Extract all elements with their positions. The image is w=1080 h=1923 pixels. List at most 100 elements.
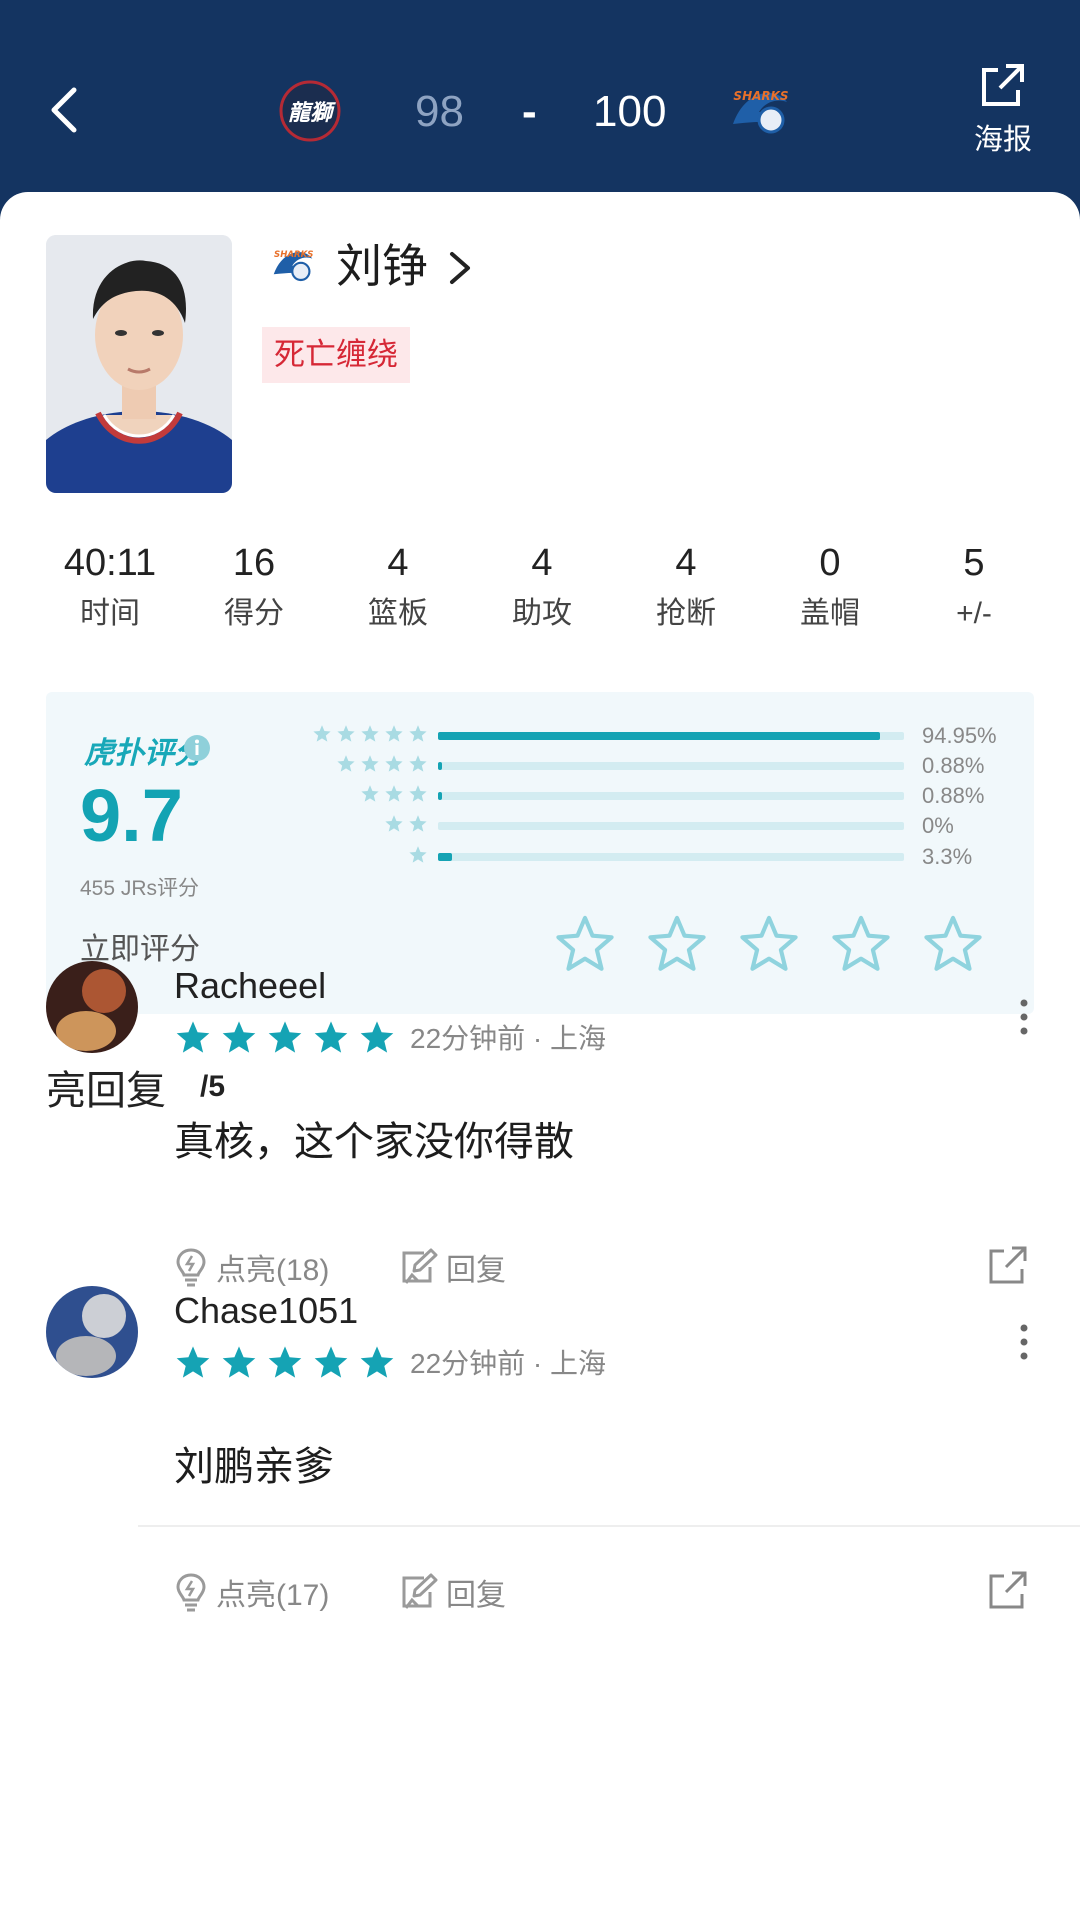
dist-stars [408,845,428,865]
content-card: SHARKS 刘铮 死亡缠绕 40:11 时间 16 得分 4 篮板 4 助攻 4 抢断 0 盖帽 5 +… [0,192,1080,1923]
rating-dist-row: 94.95% [46,722,1034,752]
rating-dist-row: 3.3% [46,843,1034,873]
reply-item: Chase1051 22分钟前 · 上海刘鹏亲爹点亮(17) 回复 [0,1286,1080,1686]
chevron-right-icon[interactable] [446,248,474,288]
rating-bar-track [438,822,904,830]
star-icon [222,1021,256,1053]
home-team-logo-icon[interactable]: 龍獅 [275,80,345,142]
stat-label: 盖帽 [800,597,860,630]
stat-value: 4 [531,542,553,584]
home-score: 98 [415,87,464,136]
reply-divider [138,1525,1080,1527]
edit-reply-icon [402,1573,438,1609]
rating-bar-track [438,732,904,740]
more-options-icon[interactable] [1016,1322,1032,1362]
rating-bar-track [438,792,904,800]
away-team-logo-icon[interactable]: SHARKS [725,80,795,142]
star-icon [361,785,379,802]
back-arrow-icon[interactable] [40,80,90,140]
rating-dist-row: 0.88% [46,782,1034,812]
svg-text:龍獅: 龍獅 [288,100,336,126]
more-options-icon[interactable] [1016,997,1032,1037]
lightbulb-icon [176,1573,206,1612]
rating-bar-track [438,853,904,861]
player-name[interactable]: 刘铮 [336,238,428,294]
star-icon [314,1346,348,1378]
lightbulb-icon [176,1248,206,1287]
username[interactable]: Racheeel [174,965,326,1007]
star-icon [361,725,379,742]
star-icon [360,1021,394,1053]
share-icon[interactable] [988,1245,1028,1285]
star-icon [409,785,427,802]
username[interactable]: Chase1051 [174,1290,358,1332]
share-icon[interactable] [988,1570,1028,1610]
star-icon [409,815,427,832]
like-button[interactable]: 点亮(18) [174,1245,329,1289]
rating-percent: 0.88% [922,783,985,808]
dist-stars [312,724,428,744]
star-icon [361,755,379,772]
stat-value: 4 [675,542,697,584]
rating-percent: 94.95% [922,723,997,748]
reply-button[interactable]: 回复 [398,1570,506,1614]
star-icon [268,1346,302,1378]
star-icon [409,846,427,863]
rating-dist-row: 0.88% [46,752,1034,782]
reply-content: 刘鹏亲爹 [174,1445,334,1489]
rating-bar-fill [438,732,881,740]
rating-count: 455 JRs评分 [80,877,200,900]
svg-text:SHARKS: SHARKS [274,250,313,260]
stat-label: 篮板 [368,597,428,630]
stat-item: 5 +/- [902,538,1046,648]
share-poster-icon [982,64,1024,106]
rating-percent: 3.3% [922,844,973,869]
star-icon [176,1021,210,1053]
reply-button[interactable]: 回复 [398,1245,506,1289]
star-icon [176,1346,210,1378]
player-team-logo-icon: SHARKS [273,250,313,282]
star-icon [337,725,355,742]
reply-meta: 22分钟前 · 上海 [410,1348,607,1379]
stat-item: 4 抢断 [614,538,758,648]
rating-dist-row: 0% [46,812,1034,842]
dist-stars [336,754,428,774]
star-icon [337,755,355,772]
stat-label: +/- [956,597,992,630]
star-icon [313,725,331,742]
poster-button[interactable]: 海报 [968,62,1038,162]
player-tag-badge[interactable]: 死亡缠绕 [262,327,410,383]
star-icon [385,785,403,802]
rating-bar-fill [438,792,443,800]
stat-value: 40:11 [63,542,157,584]
stat-label: 抢断 [656,597,716,630]
svg-text:SHARKS: SHARKS [733,89,788,103]
star-icon [385,725,403,742]
star-icon [409,725,427,742]
star-icon [222,1346,256,1378]
rating-bar-track [438,762,904,770]
like-button[interactable]: 点亮(17) [174,1570,329,1614]
stats-row: 40:11 时间 16 得分 4 篮板 4 助攻 4 抢断 0 盖帽 5 +/- [38,538,1046,648]
star-icon [360,1346,394,1378]
dist-stars [384,814,428,834]
like-label: 点亮(18) [216,1254,330,1287]
reply-label: 回复 [446,1254,506,1287]
reply-meta: 22分钟前 · 上海 [410,1023,607,1054]
stat-item: 0 盖帽 [758,538,902,648]
star-icon [268,1021,302,1053]
star-icon [409,755,427,772]
like-label: 点亮(17) [216,1579,330,1612]
avatar[interactable] [46,961,138,1053]
stat-item: 16 得分 [182,538,326,648]
dist-stars [360,784,428,804]
avatar[interactable] [46,1286,138,1378]
stat-value: 4 [387,542,409,584]
user-rating-stars [174,1344,396,1382]
user-rating-stars [174,1019,396,1057]
stat-value: 16 [232,542,276,584]
rating-percent: 0.88% [922,753,985,778]
stat-item: 4 助攻 [470,538,614,648]
rating-percent: 0% [922,813,954,838]
score-separator: - [522,87,537,136]
